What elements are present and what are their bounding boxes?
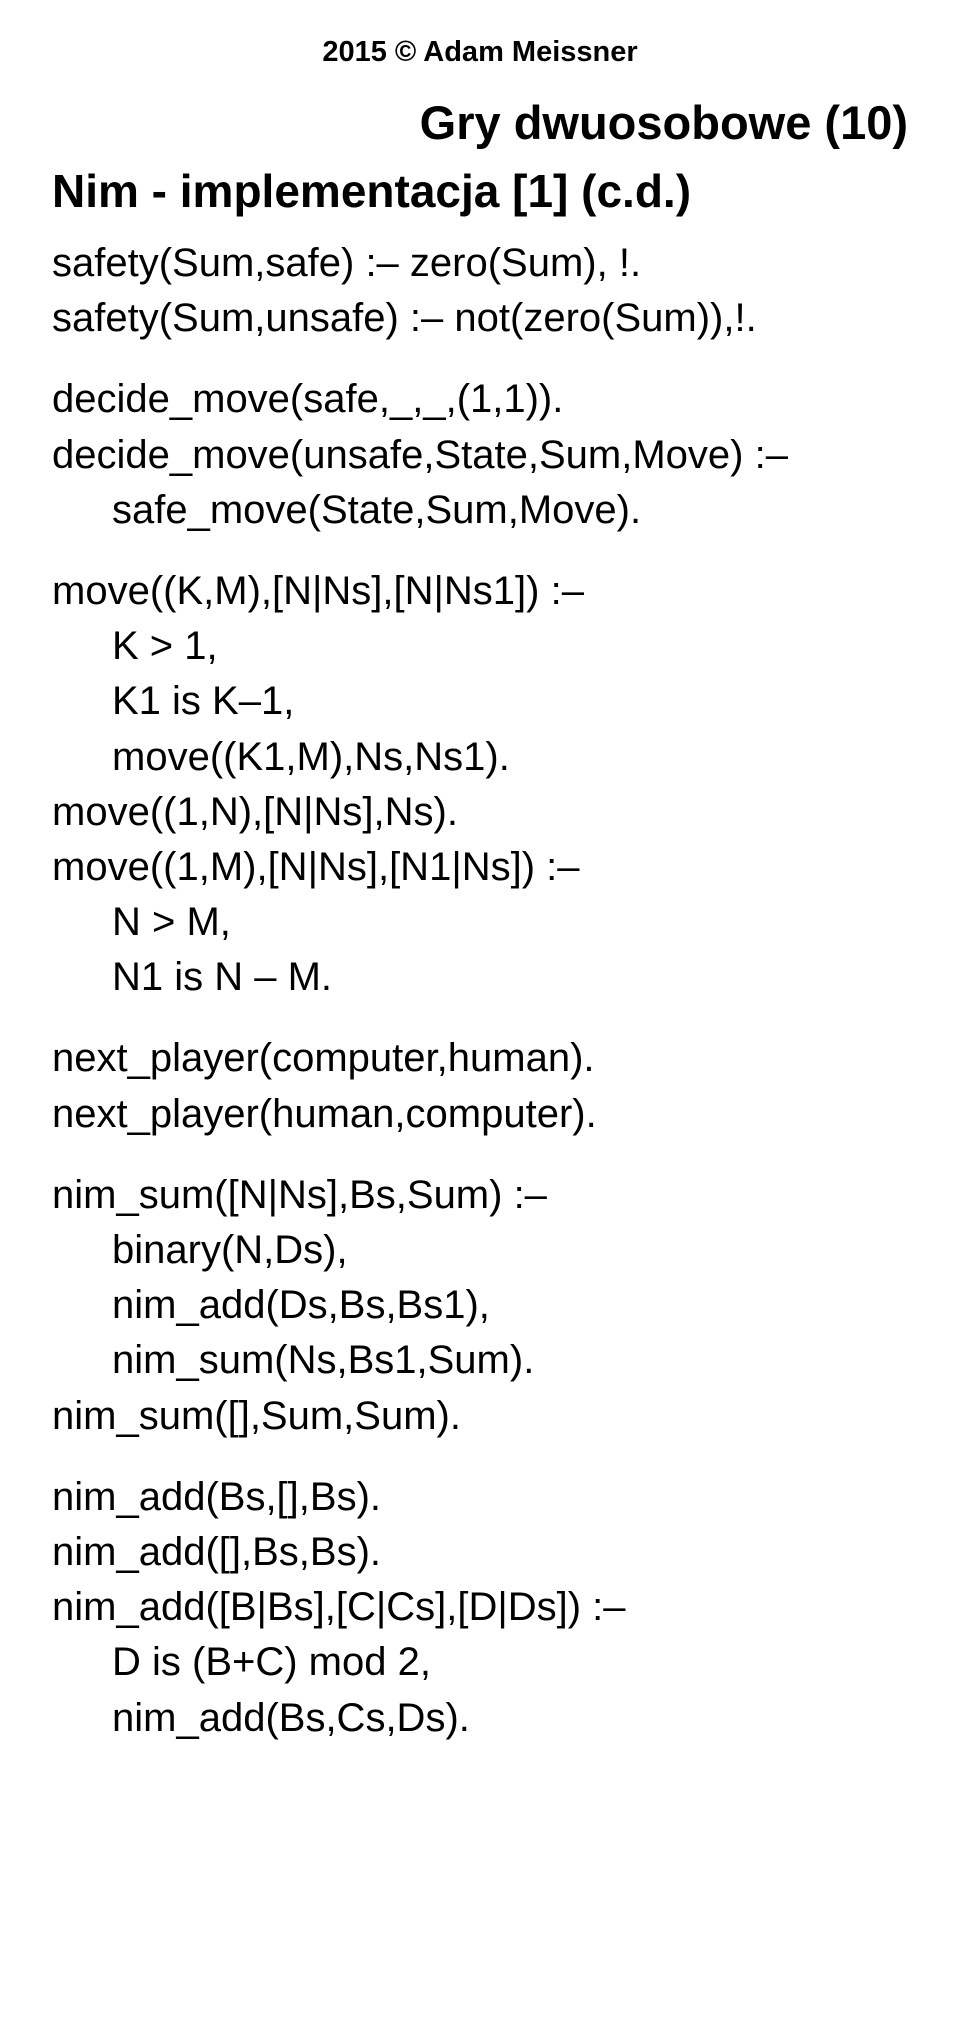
code-line: nim_sum([],Sum,Sum). bbox=[52, 1389, 908, 1444]
copyright: 2015 © Adam Meissner bbox=[52, 36, 908, 69]
code-line: move((K,M),[N|Ns],[N|Ns1]) :– bbox=[52, 564, 908, 619]
code-line: K > 1, bbox=[52, 619, 908, 674]
code-line: D is (B+C) mod 2, bbox=[52, 1635, 908, 1690]
code-line: nim_add([],Bs,Bs). bbox=[52, 1525, 908, 1580]
code-line: binary(N,Ds), bbox=[52, 1223, 908, 1278]
code-block: nim_add(Bs,[],Bs).nim_add([],Bs,Bs).nim_… bbox=[52, 1470, 908, 1746]
subtitle: Nim - implementacja [1] (c.d.) bbox=[52, 164, 908, 218]
code-line: nim_add(Ds,Bs,Bs1), bbox=[52, 1278, 908, 1333]
code-line: move((K1,M),Ns,Ns1). bbox=[52, 730, 908, 785]
code-line: safety(Sum,unsafe) :– not(zero(Sum)),!. bbox=[52, 291, 908, 346]
code-line: nim_add(Bs,Cs,Ds). bbox=[52, 1691, 908, 1746]
code-line: N > M, bbox=[52, 895, 908, 950]
code-line: next_player(computer,human). bbox=[52, 1031, 908, 1086]
page: 2015 © Adam Meissner Gry dwuosobowe (10)… bbox=[0, 0, 960, 2018]
code-line: move((1,M),[N|Ns],[N1|Ns]) :– bbox=[52, 840, 908, 895]
code-line: nim_add(Bs,[],Bs). bbox=[52, 1470, 908, 1525]
code-block: safety(Sum,safe) :– zero(Sum), !.safety(… bbox=[52, 236, 908, 346]
code-content: safety(Sum,safe) :– zero(Sum), !.safety(… bbox=[52, 236, 908, 1746]
code-block: decide_move(safe,_,_,(1,1)).decide_move(… bbox=[52, 372, 908, 538]
code-line: N1 is N – M. bbox=[52, 950, 908, 1005]
code-line: decide_move(safe,_,_,(1,1)). bbox=[52, 372, 908, 427]
code-line: nim_sum([N|Ns],Bs,Sum) :– bbox=[52, 1168, 908, 1223]
code-line: nim_add([B|Bs],[C|Cs],[D|Ds]) :– bbox=[52, 1580, 908, 1635]
code-line: safe_move(State,Sum,Move). bbox=[52, 483, 908, 538]
code-line: safety(Sum,safe) :– zero(Sum), !. bbox=[52, 236, 908, 291]
code-line: nim_sum(Ns,Bs1,Sum). bbox=[52, 1333, 908, 1388]
code-line: move((1,N),[N|Ns],Ns). bbox=[52, 785, 908, 840]
code-line: decide_move(unsafe,State,Sum,Move) :– bbox=[52, 428, 908, 483]
code-line: next_player(human,computer). bbox=[52, 1087, 908, 1142]
code-block: next_player(computer,human).next_player(… bbox=[52, 1031, 908, 1141]
code-block: nim_sum([N|Ns],Bs,Sum) :–binary(N,Ds),ni… bbox=[52, 1168, 908, 1444]
code-block: move((K,M),[N|Ns],[N|Ns1]) :–K > 1,K1 is… bbox=[52, 564, 908, 1006]
page-title: Gry dwuosobowe (10) bbox=[52, 95, 908, 150]
code-line: K1 is K–1, bbox=[52, 674, 908, 729]
